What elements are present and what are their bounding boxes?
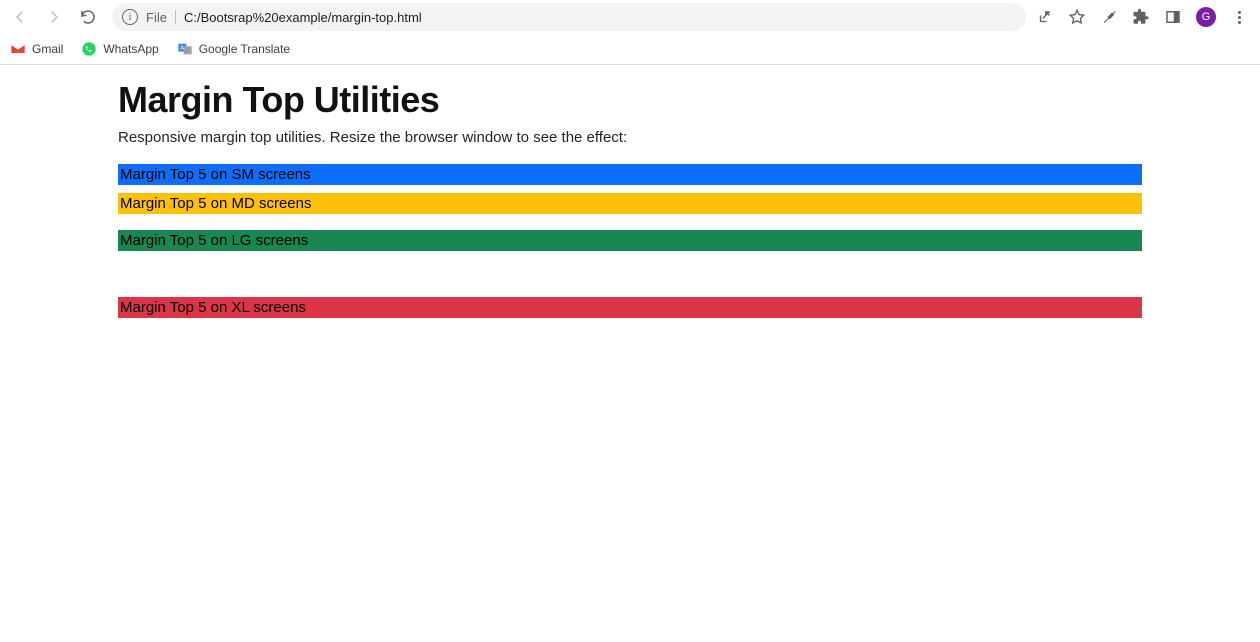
avatar-letter: G (1202, 11, 1211, 23)
translate-icon: A (177, 41, 193, 57)
svg-text:A: A (180, 46, 184, 52)
bookmark-label: Gmail (32, 42, 63, 56)
arrow-left-icon (11, 8, 29, 26)
bookmark-label: WhatsApp (103, 42, 158, 56)
browser-chrome: i File C:/Bootsrap%20example/margin-top.… (0, 0, 1260, 65)
color-picker-extension[interactable] (1100, 8, 1118, 26)
side-panel-button[interactable] (1164, 8, 1182, 26)
bookmark-gmail[interactable]: Gmail (10, 41, 63, 57)
back-button[interactable] (6, 3, 34, 31)
container: Margin Top Utilities Responsive margin t… (118, 79, 1142, 318)
star-icon (1068, 8, 1086, 26)
share-button[interactable] (1036, 8, 1054, 26)
kebab-icon (1238, 11, 1241, 24)
whatsapp-icon (81, 41, 97, 57)
panel-icon (1164, 8, 1182, 26)
bookmark-google-translate[interactable]: A Google Translate (177, 41, 290, 57)
eyedropper-icon (1100, 8, 1118, 26)
bookmark-whatsapp[interactable]: WhatsApp (81, 41, 158, 57)
url-scheme-label: File (146, 10, 167, 25)
margin-bar-sm: Margin Top 5 on SM screens (118, 164, 1142, 185)
page-content: Margin Top Utilities Responsive margin t… (0, 65, 1260, 318)
page-title: Margin Top Utilities (118, 79, 1142, 121)
bookmarks-bar: Gmail WhatsApp A Google Translate (0, 34, 1260, 64)
margin-bar-xl: Margin Top 5 on XL screens (118, 297, 1142, 318)
url-divider (175, 10, 176, 24)
site-info-icon[interactable]: i (122, 9, 138, 25)
url-text: C:/Bootsrap%20example/margin-top.html (184, 10, 422, 25)
extensions-button[interactable] (1132, 8, 1150, 26)
arrow-right-icon (45, 8, 63, 26)
forward-button[interactable] (40, 3, 68, 31)
address-bar[interactable]: i File C:/Bootsrap%20example/margin-top.… (112, 3, 1026, 31)
margin-bar-lg: Margin Top 5 on LG screens (118, 230, 1142, 251)
reload-button[interactable] (74, 3, 102, 31)
gmail-icon (10, 41, 26, 57)
profile-avatar[interactable]: G (1196, 7, 1216, 27)
margin-bar-md: Margin Top 5 on MD screens (118, 193, 1142, 214)
chrome-menu-button[interactable] (1230, 8, 1248, 26)
toolbar-right-icons: G (1036, 7, 1254, 27)
reload-icon (79, 8, 97, 26)
bookmark-star-button[interactable] (1068, 8, 1086, 26)
browser-toolbar: i File C:/Bootsrap%20example/margin-top.… (0, 0, 1260, 34)
share-icon (1036, 8, 1054, 26)
puzzle-icon (1132, 8, 1150, 26)
bookmark-label: Google Translate (199, 42, 290, 56)
page-lead: Responsive margin top utilities. Resize … (118, 129, 1142, 146)
